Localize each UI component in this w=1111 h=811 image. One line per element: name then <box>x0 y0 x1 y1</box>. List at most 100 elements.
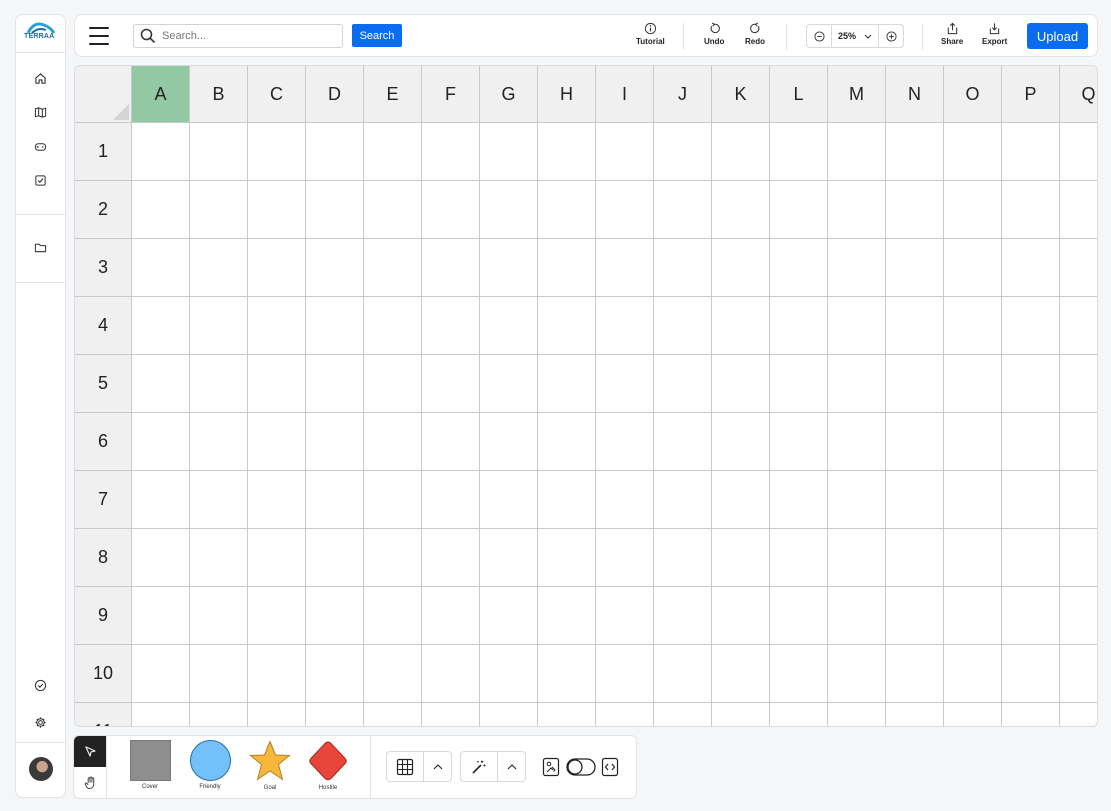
column-header-b[interactable]: B <box>190 66 248 123</box>
hand-icon <box>84 776 94 789</box>
search-icon <box>140 28 156 44</box>
pan-mode-button[interactable] <box>74 767 106 798</box>
column-header-k[interactable]: K <box>712 66 770 123</box>
share-label: Share <box>941 37 964 46</box>
column-header-c[interactable]: C <box>248 66 306 123</box>
grid-icon <box>396 758 414 775</box>
grid-toggle-button[interactable] <box>387 752 423 781</box>
spreadsheet-grid[interactable]: ABCDEFGHIJKLMNOPQ 1234567891011 <box>74 65 1098 727</box>
row-header-10[interactable]: 10 <box>75 645 132 703</box>
image-edit-button[interactable] <box>542 757 560 777</box>
column-header-q[interactable]: Q <box>1060 66 1097 123</box>
gear-icon[interactable] <box>32 714 48 730</box>
column-header-d[interactable]: D <box>306 66 364 123</box>
redo-button[interactable]: Redo <box>745 22 765 46</box>
map-icon[interactable] <box>32 104 48 120</box>
check-circle-icon[interactable] <box>32 677 48 693</box>
row-header-5[interactable]: 5 <box>75 355 132 413</box>
column-header-f[interactable]: F <box>422 66 480 123</box>
code-button[interactable] <box>601 757 619 777</box>
menu-icon[interactable] <box>89 27 109 45</box>
info-icon <box>644 22 656 35</box>
column-header-p[interactable]: P <box>1002 66 1060 123</box>
select-all-corner[interactable] <box>75 66 132 123</box>
column-header-o[interactable]: O <box>944 66 1002 123</box>
column-header-l[interactable]: L <box>770 66 828 123</box>
tutorial-button[interactable]: Tutorial <box>636 22 665 46</box>
top-toolbar: Search Tutorial Undo Redo 25% Share Expo… <box>74 14 1098 57</box>
undo-label: Undo <box>704 37 725 46</box>
upload-button[interactable]: Upload <box>1027 23 1088 49</box>
grid-tool-group <box>386 751 452 782</box>
undo-icon <box>710 22 720 34</box>
column-header-n[interactable]: N <box>886 66 944 123</box>
search-input[interactable] <box>162 30 332 42</box>
hostile-diamond-icon <box>309 741 347 781</box>
column-header-i[interactable]: I <box>596 66 654 123</box>
user-avatar[interactable] <box>29 757 53 781</box>
chevron-up-icon <box>507 763 516 769</box>
column-header-g[interactable]: G <box>480 66 538 123</box>
shape-hostile[interactable]: Hostile <box>303 740 353 791</box>
shape-label: Goal <box>263 785 277 791</box>
gamepad-icon[interactable] <box>32 138 48 154</box>
chevron-up-icon <box>433 763 442 769</box>
grid-cells[interactable] <box>132 123 1097 726</box>
folder-icon[interactable] <box>32 239 48 255</box>
undo-button[interactable]: Undo <box>704 22 724 46</box>
magic-wand-button[interactable] <box>461 752 497 781</box>
column-header-a[interactable]: A <box>132 66 190 123</box>
checklist-icon[interactable] <box>32 172 48 188</box>
sidebar-divider <box>16 214 65 215</box>
row-header-3[interactable]: 3 <box>75 239 132 297</box>
toggle-switch[interactable] <box>566 758 596 776</box>
app-logo[interactable]: TERRAA <box>20 19 62 47</box>
column-header-e[interactable]: E <box>364 66 422 123</box>
magic-wand-icon <box>472 760 486 774</box>
shape-goal[interactable]: Goal <box>245 740 295 791</box>
tutorial-label: Tutorial <box>636 37 665 46</box>
zoom-select[interactable]: 25% <box>831 25 879 47</box>
sidebar-divider <box>16 282 65 283</box>
row-header-7[interactable]: 7 <box>75 471 132 529</box>
share-button[interactable]: Share <box>941 22 963 46</box>
column-header-m[interactable]: M <box>828 66 886 123</box>
toolbar-divider <box>786 23 787 50</box>
shape-friendly[interactable]: Friendly <box>185 740 235 790</box>
export-icon <box>989 23 1000 35</box>
zoom-control: 25% <box>806 24 904 48</box>
row-header-1[interactable]: 1 <box>75 123 132 181</box>
row-header-8[interactable]: 8 <box>75 529 132 587</box>
cursor-icon <box>84 746 96 757</box>
zoom-in-icon <box>885 30 897 42</box>
toolbar-divider <box>922 23 923 50</box>
bottom-palette: Cover Friendly Goal Hostile <box>73 735 637 799</box>
toolbar-divider <box>683 23 684 50</box>
zoom-out-icon <box>813 30 825 42</box>
zoom-in-button[interactable] <box>879 25 903 47</box>
row-header-2[interactable]: 2 <box>75 181 132 239</box>
search-button[interactable]: Search <box>352 24 402 47</box>
select-mode-button[interactable] <box>74 736 106 767</box>
export-button[interactable]: Export <box>982 22 1007 46</box>
row-header-11[interactable]: 11 <box>75 703 132 726</box>
shape-cover[interactable]: Cover <box>125 740 175 790</box>
column-header-j[interactable]: J <box>654 66 712 123</box>
sidebar-divider <box>16 742 65 743</box>
row-header-4[interactable]: 4 <box>75 297 132 355</box>
grid-options-button[interactable] <box>423 752 451 781</box>
export-label: Export <box>982 37 1008 46</box>
sidebar-divider <box>16 52 65 53</box>
goal-star-icon <box>249 740 291 781</box>
sidebar: TERRAA <box>15 14 66 798</box>
shape-label: Friendly <box>199 784 221 790</box>
row-header-6[interactable]: 6 <box>75 413 132 471</box>
search-field[interactable] <box>133 24 343 48</box>
cover-square-icon <box>129 740 171 781</box>
row-header-9[interactable]: 9 <box>75 587 132 645</box>
magic-options-button[interactable] <box>497 752 525 781</box>
home-icon[interactable] <box>32 70 48 86</box>
magic-tool-group <box>460 751 526 782</box>
column-header-h[interactable]: H <box>538 66 596 123</box>
zoom-out-button[interactable] <box>807 25 831 47</box>
